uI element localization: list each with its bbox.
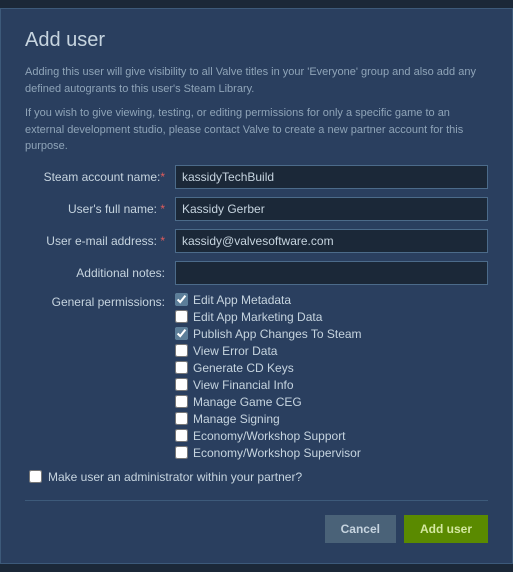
add-user-button[interactable]: Add user (404, 515, 488, 543)
full-name-input[interactable] (175, 197, 488, 221)
permission-item: View Error Data (175, 344, 362, 358)
add-user-dialog: Add user Adding this user will give visi… (0, 8, 513, 564)
full-name-label: User's full name: * (25, 202, 175, 216)
permission-item: Publish App Changes To Steam (175, 327, 362, 341)
steam-account-input[interactable] (175, 165, 488, 189)
permission-item: Economy/Workshop Support (175, 429, 362, 443)
permission-checkbox-generate_cd_keys[interactable] (175, 361, 188, 374)
permissions-label: General permissions: (25, 293, 175, 309)
notes-label: Additional notes: (25, 266, 175, 280)
permission-item: Edit App Marketing Data (175, 310, 362, 324)
permission-label-economy_workshop_support: Economy/Workshop Support (193, 429, 346, 443)
email-label: User e-mail address: * (25, 234, 175, 248)
permission-checkbox-manage_signing[interactable] (175, 412, 188, 425)
permissions-row: General permissions: Edit App MetadataEd… (25, 293, 488, 460)
permission-checkbox-view_financial_info[interactable] (175, 378, 188, 391)
permission-label-generate_cd_keys: Generate CD Keys (193, 361, 294, 375)
permission-label-view_error_data: View Error Data (193, 344, 277, 358)
permission-label-publish_app_changes: Publish App Changes To Steam (193, 327, 362, 341)
cancel-button[interactable]: Cancel (325, 515, 396, 543)
permission-label-economy_workshop_supervisor: Economy/Workshop Supervisor (193, 446, 361, 460)
permission-item: Manage Game CEG (175, 395, 362, 409)
permission-label-manage_game_ceg: Manage Game CEG (193, 395, 302, 409)
permission-checkbox-economy_workshop_support[interactable] (175, 429, 188, 442)
notes-row: Additional notes: (25, 261, 488, 285)
email-row: User e-mail address: * (25, 229, 488, 253)
permission-item: Economy/Workshop Supervisor (175, 446, 362, 460)
permission-checkbox-manage_game_ceg[interactable] (175, 395, 188, 408)
permission-label-manage_signing: Manage Signing (193, 412, 280, 426)
permission-checkbox-view_error_data[interactable] (175, 344, 188, 357)
admin-label: Make user an administrator within your p… (48, 470, 302, 484)
permission-label-edit_app_metadata: Edit App Metadata (193, 293, 291, 307)
steam-account-row: Steam account name:* (25, 165, 488, 189)
permission-item: Edit App Metadata (175, 293, 362, 307)
permission-checkbox-edit_app_metadata[interactable] (175, 293, 188, 306)
permission-label-view_financial_info: View Financial Info (193, 378, 294, 392)
description-block: Adding this user will give visibility to… (25, 64, 488, 155)
description-para-2: If you wish to give viewing, testing, or… (25, 105, 488, 155)
permission-item: View Financial Info (175, 378, 362, 392)
permissions-list: Edit App Metadata Edit App Marketing Data… (175, 293, 362, 460)
dialog-title: Add user (25, 29, 488, 52)
permission-checkbox-economy_workshop_supervisor[interactable] (175, 446, 188, 459)
steam-account-label: Steam account name:* (25, 170, 175, 184)
full-name-row: User's full name: * (25, 197, 488, 221)
permission-label-edit_app_marketing: Edit App Marketing Data (193, 310, 322, 324)
admin-row: Make user an administrator within your p… (25, 470, 488, 484)
admin-checkbox[interactable] (29, 470, 42, 483)
permission-checkbox-edit_app_marketing[interactable] (175, 310, 188, 323)
permission-item: Manage Signing (175, 412, 362, 426)
permission-checkbox-publish_app_changes[interactable] (175, 327, 188, 340)
button-row: Cancel Add user (25, 500, 488, 543)
notes-input[interactable] (175, 261, 488, 285)
permission-item: Generate CD Keys (175, 361, 362, 375)
description-para-1: Adding this user will give visibility to… (25, 64, 488, 97)
email-input[interactable] (175, 229, 488, 253)
